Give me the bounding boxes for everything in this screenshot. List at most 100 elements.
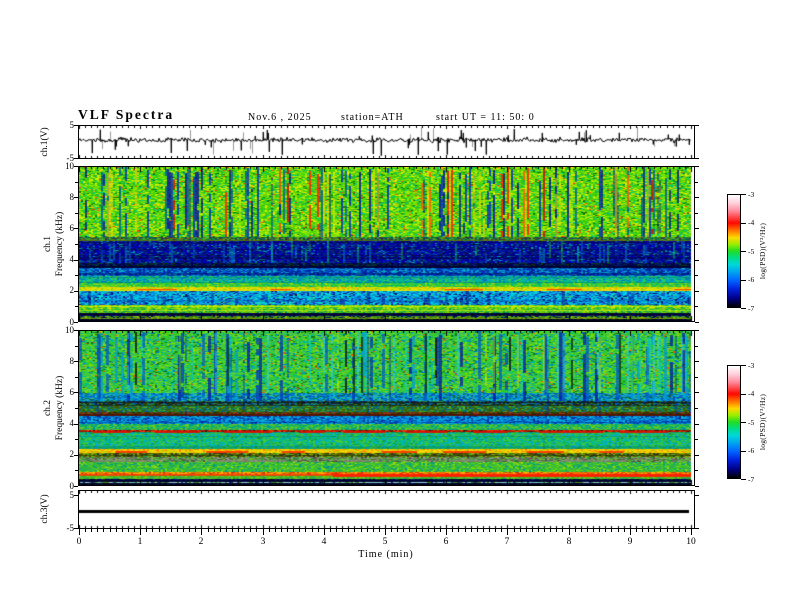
freq-minor-tick-mark	[695, 470, 698, 471]
time-tick-mark	[507, 529, 508, 535]
time-minor-tick-mark	[208, 529, 209, 532]
time-minor-tick-mark	[391, 529, 392, 532]
colorbar-tick-mark	[741, 451, 746, 452]
time-minor-tick-mark	[575, 529, 576, 532]
time-tick-label: 0	[76, 537, 82, 547]
colorbar-tick-mark	[741, 194, 746, 195]
panel-ch2-spectrogram	[78, 330, 695, 486]
time-tick-label: 2	[198, 537, 204, 547]
freq-tick-label: 10	[65, 324, 74, 335]
time-minor-tick-mark	[367, 529, 368, 532]
panel-ch1-spectrogram	[78, 166, 695, 322]
freq-tick-mark	[74, 291, 78, 292]
time-minor-tick-mark	[501, 529, 502, 532]
freq-tick-mark	[74, 166, 78, 167]
freq-tick-mark	[695, 392, 699, 393]
time-minor-tick-mark	[110, 529, 111, 532]
wave-tick-mark	[695, 125, 699, 126]
time-minor-tick-mark	[556, 529, 557, 532]
freq-tick-mark	[695, 330, 699, 331]
time-tick-label: 6	[443, 537, 449, 547]
time-minor-tick-mark	[679, 529, 680, 532]
time-minor-tick-mark	[483, 529, 484, 532]
time-minor-tick-mark	[250, 529, 251, 532]
time-minor-tick-mark	[403, 529, 404, 532]
freq-tick-mark	[74, 197, 78, 198]
freq-minor-tick-mark	[75, 346, 78, 347]
time-minor-tick-mark	[440, 529, 441, 532]
time-minor-tick-mark	[91, 529, 92, 532]
time-minor-tick-mark	[244, 529, 245, 532]
time-minor-tick-mark	[312, 529, 313, 532]
time-minor-tick-mark	[146, 529, 147, 532]
colorbar-tick-mark	[741, 251, 746, 252]
time-minor-tick-mark	[642, 529, 643, 532]
time-tick-label: 9	[627, 537, 633, 547]
freq-minor-tick-mark	[75, 275, 78, 276]
wave-tick-label: -5	[66, 152, 75, 163]
time-minor-tick-mark	[477, 529, 478, 532]
time-minor-tick-mark	[342, 529, 343, 532]
time-minor-tick-mark	[103, 529, 104, 532]
colorbar-tick-label: -7	[748, 303, 755, 313]
time-tick-mark	[324, 529, 325, 535]
freq-minor-tick-mark	[695, 377, 698, 378]
freq-tick-mark	[695, 424, 699, 425]
time-minor-tick-mark	[348, 529, 349, 532]
wave-tick-mark	[695, 528, 699, 529]
ch1-spec-frequency-label: Frequency (kHz)	[55, 211, 65, 277]
time-minor-tick-mark	[336, 529, 337, 532]
colorbar-tick-label: -4	[748, 218, 755, 227]
freq-tick-mark	[74, 228, 78, 229]
colorbar-ch2	[727, 365, 741, 479]
wave-tick-mark	[74, 158, 78, 159]
colorbar-ch1	[727, 194, 741, 308]
colorbar-tick-label: -4	[748, 389, 755, 398]
ch1-spectrogram-canvas	[79, 167, 694, 321]
time-minor-tick-mark	[611, 529, 612, 532]
freq-tick-mark	[74, 361, 78, 362]
time-tick-label: 3	[260, 537, 266, 547]
time-tick-mark	[630, 529, 631, 535]
time-minor-tick-mark	[318, 529, 319, 532]
time-minor-tick-mark	[532, 529, 533, 532]
time-minor-tick-mark	[605, 529, 606, 532]
time-minor-tick-mark	[287, 529, 288, 532]
time-minor-tick-mark	[452, 529, 453, 532]
colorbar-tick-mark	[741, 308, 746, 309]
freq-tick-label: 6	[69, 386, 75, 397]
freq-tick-mark	[74, 260, 78, 261]
freq-tick-mark	[695, 486, 699, 487]
time-minor-tick-mark	[220, 529, 221, 532]
freq-tick-label: 4	[69, 418, 75, 429]
time-minor-tick-mark	[238, 529, 239, 532]
time-minor-tick-mark	[97, 529, 98, 532]
header-station: station=ATH	[341, 112, 404, 123]
freq-minor-tick-mark	[75, 244, 78, 245]
time-minor-tick-mark	[471, 529, 472, 532]
time-minor-tick-mark	[275, 529, 276, 532]
freq-tick-mark	[74, 330, 78, 331]
time-minor-tick-mark	[256, 529, 257, 532]
freq-tick-mark	[695, 260, 699, 261]
time-minor-tick-mark	[354, 529, 355, 532]
wave-tick-mark	[74, 528, 78, 529]
time-tick-mark	[79, 529, 80, 535]
time-minor-tick-mark	[428, 529, 429, 532]
time-tick-mark	[691, 529, 692, 535]
freq-tick-mark	[74, 486, 78, 487]
time-minor-tick-mark	[177, 529, 178, 532]
freq-minor-tick-mark	[695, 275, 698, 276]
freq-minor-tick-mark	[75, 182, 78, 183]
freq-tick-label: 8	[69, 191, 75, 202]
panel-ch1-waveform	[78, 125, 695, 159]
page-title: VLF Spectra	[78, 107, 175, 122]
freq-minor-tick-mark	[695, 213, 698, 214]
colorbar-ch1-label: log(PSD)(V²/Hz)	[758, 222, 767, 280]
time-minor-tick-mark	[544, 529, 545, 532]
ch2-spec-ylabel: ch.2 Frequency (kHz)	[42, 353, 66, 463]
time-tick-mark	[140, 529, 141, 535]
time-tick-label: 1	[137, 537, 143, 547]
freq-minor-tick-mark	[75, 408, 78, 409]
time-minor-tick-mark	[409, 529, 410, 532]
